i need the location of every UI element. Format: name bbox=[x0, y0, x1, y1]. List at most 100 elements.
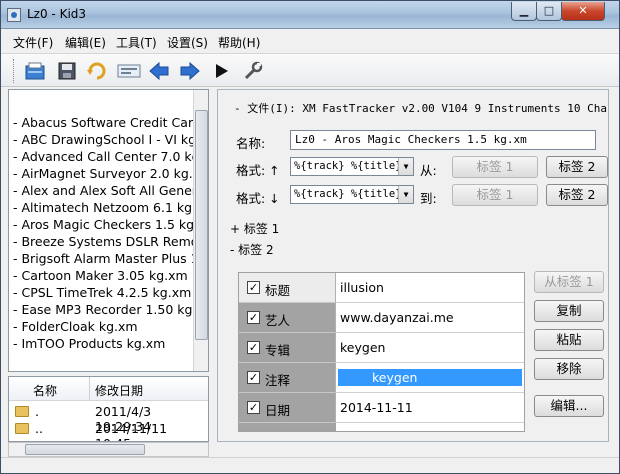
table-row[interactable]: ✓ 艺人 www.dayanzai.me bbox=[239, 303, 524, 333]
revert-icon[interactable] bbox=[85, 59, 109, 83]
format-up-combo[interactable]: %{track} %{title} ▼ bbox=[290, 157, 414, 176]
format-down-combo[interactable]: %{track} %{title} ▼ bbox=[290, 185, 414, 204]
maximize-button[interactable]: □ bbox=[536, 2, 562, 21]
settings-wrench-icon[interactable] bbox=[241, 59, 265, 83]
minimize-button[interactable]: ▁ bbox=[511, 2, 537, 21]
frame-value[interactable]: 2014-11-11 bbox=[336, 393, 524, 423]
previous-icon[interactable] bbox=[147, 59, 171, 83]
column-divider bbox=[89, 377, 90, 401]
window-title: Lz0 - Kid3 bbox=[27, 7, 87, 21]
menu-edit[interactable]: 编辑(E) bbox=[65, 34, 106, 51]
frame-checkbox[interactable]: ✓ bbox=[247, 341, 260, 354]
frame-value[interactable]: illusion bbox=[336, 273, 524, 303]
frame-value-selected[interactable]: keygen bbox=[336, 363, 524, 393]
list-item[interactable]: - Brigsoft Alarm Master Plus 1. bbox=[13, 251, 203, 268]
list-item[interactable]: - Advanced Call Center 7.0 kg.x bbox=[13, 149, 208, 166]
dir-date: 2014/11/11 10:45... bbox=[95, 421, 168, 441]
play-icon[interactable] bbox=[209, 59, 233, 83]
frame-name-cell: ✓ 标题 bbox=[239, 273, 336, 303]
from-tag2-button[interactable]: 标签 2 bbox=[546, 156, 608, 178]
list-item[interactable]: - ABC DrawingSchool I - VI kg.x bbox=[13, 132, 207, 149]
file-info: - 文件(I): XM FastTracker v2.00 V104 9 Ins… bbox=[234, 102, 609, 115]
column-date-header[interactable]: 修改日期 bbox=[95, 382, 143, 399]
menu-settings[interactable]: 设置(S) bbox=[167, 34, 208, 51]
menu-help[interactable]: 帮助(H) bbox=[218, 34, 260, 51]
format-up-label: 格式: ↑ bbox=[236, 163, 280, 178]
title-bar[interactable]: Lz0 - Kid3 ▁ □ ✕ bbox=[1, 1, 619, 29]
filename-field[interactable]: Lz0 - Aros Magic Checkers 1.5 kg.xm bbox=[290, 130, 596, 150]
kid3-app-icon bbox=[7, 8, 21, 22]
tag1-section-toggle[interactable]: + 标签 1 bbox=[230, 220, 279, 237]
list-item[interactable]: - Ease MP3 Recorder 1.50 kg.xn bbox=[13, 302, 208, 319]
open-folder-icon[interactable] bbox=[23, 59, 47, 83]
table-row[interactable]: ✓ 注释 keygen bbox=[239, 363, 524, 393]
file-list-scroll-thumb[interactable] bbox=[195, 110, 208, 340]
toolbar-grip[interactable] bbox=[13, 59, 16, 83]
list-item[interactable]: - ImTOO Products kg.xm bbox=[13, 336, 165, 353]
selected-value-editor[interactable]: keygen bbox=[338, 369, 522, 386]
paste-button[interactable]: 粘贴 bbox=[534, 329, 604, 351]
folder-icon bbox=[15, 423, 29, 434]
folder-icon bbox=[15, 406, 29, 417]
file-list[interactable]: - Abacus Software Credit Card - ABC Draw… bbox=[8, 89, 209, 372]
frame-name-cell: ✓ 艺人 bbox=[239, 303, 336, 333]
from-tag1-frames-button[interactable]: 从标签 1 bbox=[534, 271, 604, 293]
copy-button[interactable]: 复制 bbox=[534, 300, 604, 322]
menu-file[interactable]: 文件(F) bbox=[13, 34, 53, 51]
save-icon[interactable] bbox=[55, 59, 79, 83]
menu-bar: 文件(F) 编辑(E) 工具(T) 设置(S) 帮助(H) bbox=[1, 30, 619, 52]
file-list-scrollbar[interactable] bbox=[193, 90, 208, 371]
remove-button[interactable]: 移除 bbox=[534, 358, 604, 380]
frame-checkbox[interactable]: ✓ bbox=[247, 401, 260, 414]
menu-tools[interactable]: 工具(T) bbox=[116, 34, 157, 51]
directory-list[interactable]: 名称 修改日期 . 2011/4/3 19:29:34 .. 2014/11/1… bbox=[8, 376, 209, 442]
close-button[interactable]: ✕ bbox=[561, 2, 605, 21]
dir-name: . bbox=[35, 404, 39, 419]
table-row[interactable]: . 2011/4/3 19:29:34 bbox=[9, 404, 208, 434]
directory-list-hscrollbar[interactable] bbox=[8, 442, 209, 457]
next-icon[interactable] bbox=[178, 59, 202, 83]
list-item[interactable]: - Alex and Alex Soft All Gener bbox=[13, 183, 197, 200]
tag-editor-panel: - 文件(I): XM FastTracker v2.00 V104 9 Ins… bbox=[217, 89, 609, 442]
frame-checkbox[interactable]: ✓ bbox=[247, 311, 260, 324]
format-down-value: %{track} %{title} bbox=[294, 188, 402, 200]
frame-name: 艺人 bbox=[265, 313, 291, 328]
list-item[interactable]: - AirMagnet Surveyor 2.0 kg.xn bbox=[13, 166, 208, 183]
table-row[interactable]: ✓ 专辑 keygen bbox=[239, 333, 524, 363]
frame-name: 标题 bbox=[265, 283, 291, 298]
list-item[interactable]: - Breeze Systems DSLR Remote bbox=[13, 234, 208, 251]
list-item[interactable]: - Abacus Software Credit Card bbox=[13, 115, 201, 132]
list-item[interactable]: - Cartoon Maker 3.05 kg.xm bbox=[13, 268, 188, 285]
from-label: 从: bbox=[420, 163, 437, 178]
list-item[interactable]: - Aros Magic Checkers 1.5 kg.x bbox=[13, 217, 205, 234]
tag2-frames-table[interactable]: ✓ 标题 illusion ✓ 艺人 www.dayanzai.me ✓ 专辑 … bbox=[238, 272, 525, 432]
chevron-down-icon[interactable]: ▼ bbox=[398, 158, 413, 175]
column-name-header[interactable]: 名称 bbox=[33, 382, 57, 399]
frame-checkbox[interactable]: ✓ bbox=[247, 371, 260, 384]
list-item[interactable]: - Altimatech Netzoom 6.1 kg.xn bbox=[13, 200, 208, 217]
toolbar bbox=[1, 53, 619, 87]
list-item[interactable]: - CPSL TimeTrek 4.2.5 kg.xm bbox=[13, 285, 191, 302]
to-tag2-button[interactable]: 标签 2 bbox=[546, 184, 608, 206]
frame-value[interactable]: www.dayanzai.me bbox=[336, 303, 524, 333]
format-down-label: 格式: ↓ bbox=[236, 191, 280, 206]
frame-checkbox[interactable]: ✓ bbox=[247, 281, 260, 294]
from-tag1-button[interactable]: 标签 1 bbox=[452, 156, 538, 178]
frame-name-cell: ✓ 注释 bbox=[239, 363, 336, 393]
to-label: 到: bbox=[420, 191, 437, 206]
directory-list-header: 名称 修改日期 bbox=[9, 377, 208, 401]
edit-button[interactable]: 编辑... bbox=[534, 395, 604, 417]
hscroll-thumb[interactable] bbox=[25, 444, 145, 455]
main-window: Lz0 - Kid3 ▁ □ ✕ 文件(F) 编辑(E) 工具(T) 设置(S)… bbox=[0, 0, 620, 474]
table-row[interactable]: ✓ 日期 2014-11-11 bbox=[239, 393, 524, 423]
list-item[interactable]: - FolderCloak kg.xm bbox=[13, 319, 138, 336]
frame-value[interactable]: keygen bbox=[336, 333, 524, 363]
table-row[interactable]: ✓ 标题 illusion bbox=[239, 273, 524, 303]
chevron-down-icon[interactable]: ▼ bbox=[398, 186, 413, 203]
table-row[interactable]: .. 2014/11/11 10:45... bbox=[9, 421, 208, 441]
frame-name-cell: ✓ 日期 bbox=[239, 393, 336, 423]
to-tag1-button[interactable]: 标签 1 bbox=[452, 184, 538, 206]
format-up-value: %{track} %{title} bbox=[294, 160, 402, 172]
tag2-section-toggle[interactable]: - 标签 2 bbox=[230, 241, 274, 258]
tag-icon[interactable] bbox=[117, 59, 141, 83]
